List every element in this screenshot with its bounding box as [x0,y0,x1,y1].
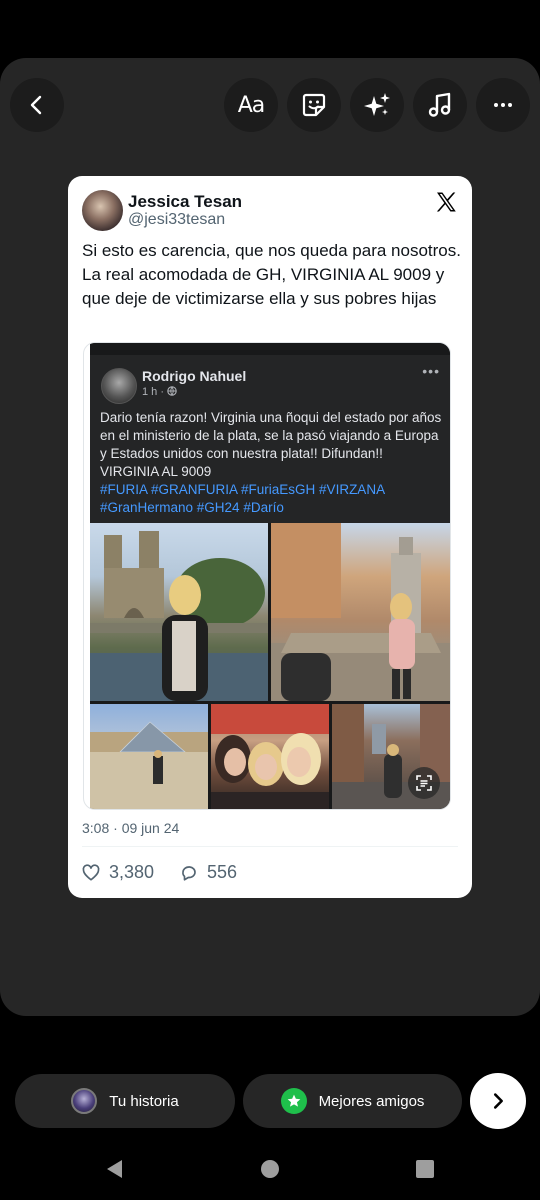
fb-avatar [101,368,137,404]
facebook-post-screenshot: Rodrigo Nahuel 1 h · ••• Dario tenía raz… [90,343,450,523]
reply-icon [182,865,196,881]
nav-home-button[interactable] [259,1158,281,1185]
music-button[interactable] [413,78,467,132]
back-button[interactable] [10,78,64,132]
your-story-label: Tu historia [109,1092,179,1110]
fb-time-text: 1 h · [142,386,165,398]
photo-notre-dame-art [90,531,268,701]
tweet-media[interactable]: Rodrigo Nahuel 1 h · ••• Dario tenía raz… [83,342,451,810]
nav-recents-button[interactable] [414,1158,436,1185]
chevron-right-icon [493,1093,503,1109]
tweet-card[interactable]: Jessica Tesan @jesi33tesan Si esto es ca… [68,176,472,898]
tweet-author-handle: @jesi33tesan [128,211,226,228]
effects-button[interactable] [350,78,404,132]
avatar [82,190,123,231]
tweet-timestamp: 3:08 · 09 jun 24 [82,820,180,836]
music-icon [428,92,451,117]
next-button[interactable] [470,1073,526,1129]
fb-post-time: 1 h · [142,386,177,398]
tweet-text: Si esto es carencia, que nos queda para … [82,241,461,308]
globe-icon [167,386,177,396]
triangle-back-icon [107,1160,122,1178]
back-icon [30,95,42,115]
close-friends-label: Mejores amigos [318,1092,425,1110]
lens-icon [416,775,432,791]
fb-post-hashtags: #FURIA #GRANFURIA #FuriaEsGH #VIRZANA #G… [100,482,385,515]
fb-post-body: Dario tenía razon! Virginia una ñoqui de… [100,409,445,517]
photo-notre-dame [90,523,268,701]
fb-more-icon: ••• [422,363,440,379]
sparkles-icon [364,93,390,116]
x-logo-icon [436,192,456,212]
fb-photo-grid [90,523,450,809]
more-options-button[interactable] [476,78,530,132]
visual-search-button[interactable] [408,767,440,799]
close-friends-badge [280,1088,307,1114]
photo-stairs [271,523,450,701]
fb-post-text: Dario tenía razon! Virginia una ñoqui de… [100,410,442,479]
like-count: 3,380 [109,862,155,882]
nav-back-button[interactable] [104,1158,126,1185]
star-icon [287,1094,300,1107]
close-friends-button[interactable]: Mejores amigos [243,1074,462,1128]
square-recents-icon [416,1160,434,1178]
text-tool-button[interactable]: Aa [224,78,278,132]
fb-author-name: Rodrigo Nahuel [142,368,247,384]
sticker-button[interactable] [287,78,341,132]
photo-street [332,704,450,809]
heart-icon [82,863,100,881]
reply-stat: 556 [180,862,237,883]
photo-louvre [90,704,208,809]
sticker-icon [302,93,326,117]
text-tool-label: Aa [237,92,266,118]
your-story-button[interactable]: Tu historia [15,1074,235,1128]
tweet-author-name: Jessica Tesan [128,192,243,211]
reply-count: 556 [207,862,238,882]
like-stat: 3,380 [82,862,154,883]
photo-selfie-art [211,704,329,809]
divider [82,846,458,847]
avatar [71,1088,98,1114]
photo-louvre-art [90,721,208,809]
more-icon [494,103,512,107]
circle-home-icon [261,1160,279,1178]
photo-stairs-art [271,523,450,701]
photo-selfie [211,704,329,809]
